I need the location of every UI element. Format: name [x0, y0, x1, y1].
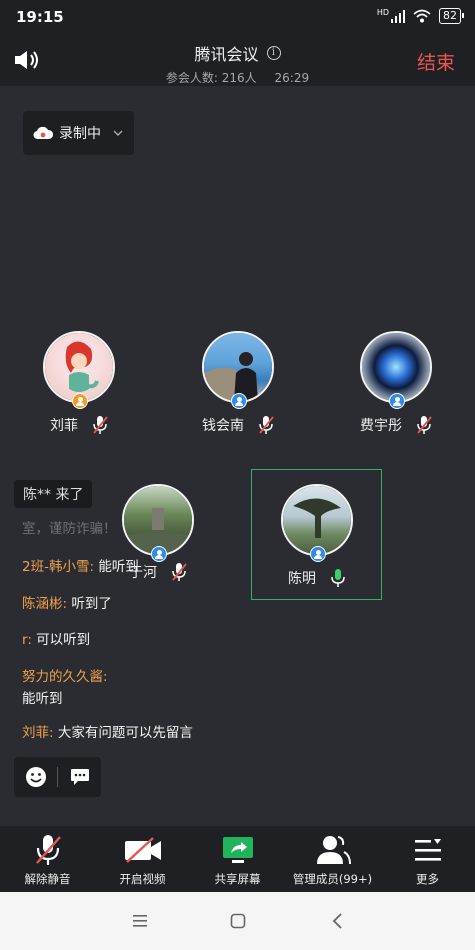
participant-tile[interactable]: 钱会南	[168, 331, 308, 435]
chat-message-partial: 室，谨防诈骗！	[22, 521, 117, 537]
chat-sender: 陈涵彬:	[22, 596, 68, 612]
join-toast: 陈** 来了	[14, 480, 93, 508]
start-video-button[interactable]: 开启视频	[95, 826, 190, 892]
recording-label: 录制中	[59, 126, 101, 142]
host-badge-icon	[72, 393, 88, 409]
info-icon[interactable]: i	[266, 46, 281, 60]
participant-tile[interactable]: 陈明	[247, 484, 387, 588]
home-square-icon	[230, 913, 246, 929]
participant-name: 陈明	[288, 571, 316, 587]
battery-icon: 82	[439, 8, 464, 24]
chat-text: 能听到	[98, 559, 139, 575]
meeting-toolbar: 解除静音 开启视频 共享屏幕 管理成员(99+) 更多	[0, 826, 475, 892]
avatar	[281, 484, 353, 562]
member-badge-icon	[151, 546, 167, 562]
wifi-icon	[413, 9, 431, 23]
mic-muted-icon	[417, 416, 432, 434]
cloud-record-icon	[33, 126, 53, 140]
more-menu-icon	[414, 839, 441, 861]
camera-off-icon	[124, 837, 161, 863]
chat-tools	[14, 757, 101, 797]
chevron-down-icon	[113, 130, 123, 136]
mic-muted-icon	[259, 416, 274, 434]
avatar	[43, 331, 115, 409]
participant-name: 刘菲	[50, 418, 78, 434]
chat-sender: 努力的久久酱:	[22, 669, 108, 685]
manage-members-button[interactable]: 管理成员(99+)	[285, 826, 380, 892]
status-time: 19:15	[16, 8, 64, 26]
chat-text: 大家有问题可以先留言	[57, 725, 193, 741]
share-screen-button[interactable]: 共享屏幕	[190, 826, 285, 892]
system-icons: HD 82	[376, 7, 464, 24]
members-icon	[316, 836, 351, 865]
home-button[interactable]	[226, 910, 250, 932]
chat-text: 能听到	[22, 691, 63, 707]
chat-message: 陈涵彬: 听到了	[22, 595, 112, 614]
meeting-title-block: 腾讯会议 i 参会人数: 216人 26:29	[0, 41, 475, 86]
mic-off-icon	[35, 835, 61, 865]
signal-icon	[391, 9, 405, 23]
mic-muted-icon	[172, 563, 187, 581]
member-badge-icon	[310, 546, 326, 562]
member-badge-icon	[389, 393, 405, 409]
back-button[interactable]	[325, 910, 349, 932]
participant-name: 费宇彤	[360, 418, 402, 434]
manage-members-label: 管理成员(99+)	[292, 872, 373, 886]
chat-text: 可以听到	[36, 632, 91, 648]
chat-message: 努力的久久酱: 能听到	[22, 668, 108, 709]
more-label: 更多	[416, 872, 439, 886]
chat-sender: 刘菲:	[22, 725, 54, 741]
more-button[interactable]: 更多	[380, 826, 475, 892]
meeting-header: 腾讯会议 i 参会人数: 216人 26:29 结束	[0, 34, 475, 86]
menu-lines-icon	[133, 915, 147, 927]
chat-message: 2班-韩小雪: 能听到	[22, 558, 139, 577]
member-badge-icon	[231, 393, 247, 409]
chat-text: 听到了	[71, 596, 112, 612]
back-chevron-icon	[332, 913, 342, 929]
emoji-icon	[25, 767, 46, 787]
participant-name: 钱会南	[202, 418, 244, 434]
participant-count: 参会人数: 216人	[165, 71, 257, 85]
emoji-button[interactable]	[14, 757, 57, 797]
avatar	[360, 331, 432, 409]
chat-sender: r:	[22, 632, 32, 648]
network-type: HD	[376, 7, 389, 17]
participant-tile[interactable]: 刘菲	[9, 331, 149, 435]
recent-apps-button[interactable]	[128, 910, 152, 932]
share-screen-icon	[222, 837, 253, 863]
chat-message: 刘菲: 大家有问题可以先留言	[22, 724, 193, 743]
share-screen-label: 共享屏幕	[214, 872, 261, 886]
recording-dropdown[interactable]: 录制中	[23, 111, 134, 155]
avatar	[122, 484, 194, 562]
chat-button[interactable]	[58, 757, 101, 797]
chat-message: r: 可以听到	[22, 631, 90, 650]
status-bar: 19:15 HD 82	[0, 0, 475, 34]
chat-sender: 2班-韩小雪:	[22, 559, 95, 575]
system-nav-bar	[0, 892, 475, 950]
unmute-label: 解除静音	[24, 872, 71, 886]
end-meeting-button[interactable]: 结束	[417, 48, 455, 75]
meeting-title: 腾讯会议	[194, 45, 259, 64]
chat-bubble-icon	[70, 769, 89, 785]
avatar	[202, 331, 274, 409]
participant-tile[interactable]: 费宇彤	[326, 331, 466, 435]
start-video-label: 开启视频	[119, 872, 166, 886]
mic-muted-icon	[93, 416, 108, 434]
meeting-duration: 26:29	[274, 71, 310, 85]
unmute-button[interactable]: 解除静音	[0, 826, 95, 892]
mic-active-icon	[331, 569, 345, 587]
